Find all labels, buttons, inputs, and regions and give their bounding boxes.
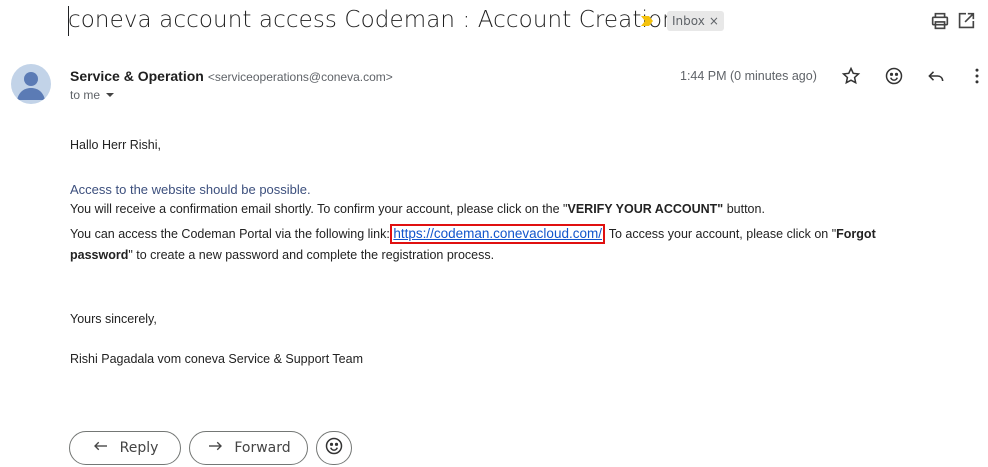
sender-name[interactable]: Service & Operation — [70, 68, 204, 84]
forgot-emphasis: Forgot — [836, 227, 876, 241]
email-subject: coneva account access Codeman : Account … — [68, 7, 677, 33]
recipient-details-toggle[interactable]: to me — [70, 88, 115, 103]
forward-button[interactable]: Forward — [189, 431, 308, 465]
body-text-segment: button. — [723, 202, 765, 216]
body-line-access: Access to the website should be possible… — [70, 182, 311, 197]
body-text-segment: You can access the Codeman Portal via th… — [70, 227, 394, 241]
emoji-icon — [324, 436, 344, 460]
label-chip-inbox[interactable]: Inbox × — [667, 11, 724, 31]
sender-email: <serviceoperations@coneva.com> — [207, 70, 393, 84]
importance-marker-icon[interactable] — [639, 14, 655, 33]
closing: Yours sincerely, — [70, 312, 157, 326]
more-vert-icon[interactable] — [967, 66, 988, 88]
remove-label-icon[interactable]: × — [709, 14, 719, 28]
reply-label: Reply — [119, 440, 159, 456]
forward-label: Forward — [234, 440, 291, 456]
open-in-new-icon[interactable] — [955, 10, 977, 32]
sender-info: Service & Operation <serviceoperations@co… — [70, 68, 393, 84]
chevron-down-icon[interactable] — [105, 89, 115, 103]
body-text-segment: " to create a new password and complete … — [128, 248, 495, 262]
reply-icon[interactable] — [926, 66, 948, 88]
reply-button[interactable]: Reply — [69, 431, 181, 465]
reply-arrow-icon — [92, 437, 110, 459]
forward-arrow-icon — [206, 437, 224, 459]
avatar — [11, 64, 51, 104]
signature: Rishi Pagadala vom coneva Service & Supp… — [70, 352, 363, 366]
print-icon[interactable] — [929, 10, 951, 32]
body-text-segment: You will receive a confirmation email sh… — [70, 202, 568, 216]
portal-link[interactable]: https://codeman.conevacloud.com/ — [393, 226, 602, 241]
verify-emphasis: VERIFY YOUR ACCOUNT" — [567, 202, 724, 216]
body-line-link: You can access the Codeman Portal via th… — [70, 224, 876, 244]
label-chip-text: Inbox — [672, 14, 705, 28]
emoji-reaction-button[interactable] — [316, 431, 352, 465]
password-emphasis: password — [70, 248, 129, 262]
greeting: Hallo Herr Rishi, — [70, 138, 161, 152]
body-text-segment: . To access your account, please click o… — [601, 227, 837, 241]
link-highlight-box: https://codeman.conevacloud.com/ — [390, 224, 605, 244]
recipient-label: to me — [70, 88, 101, 102]
emoji-icon[interactable] — [884, 66, 906, 88]
sent-time: 1:44 PM (0 minutes ago) — [680, 69, 817, 83]
star-icon[interactable] — [841, 66, 863, 88]
body-line-password: password" to create a new password and c… — [70, 246, 494, 265]
body-line-verify: You will receive a confirmation email sh… — [70, 200, 765, 219]
